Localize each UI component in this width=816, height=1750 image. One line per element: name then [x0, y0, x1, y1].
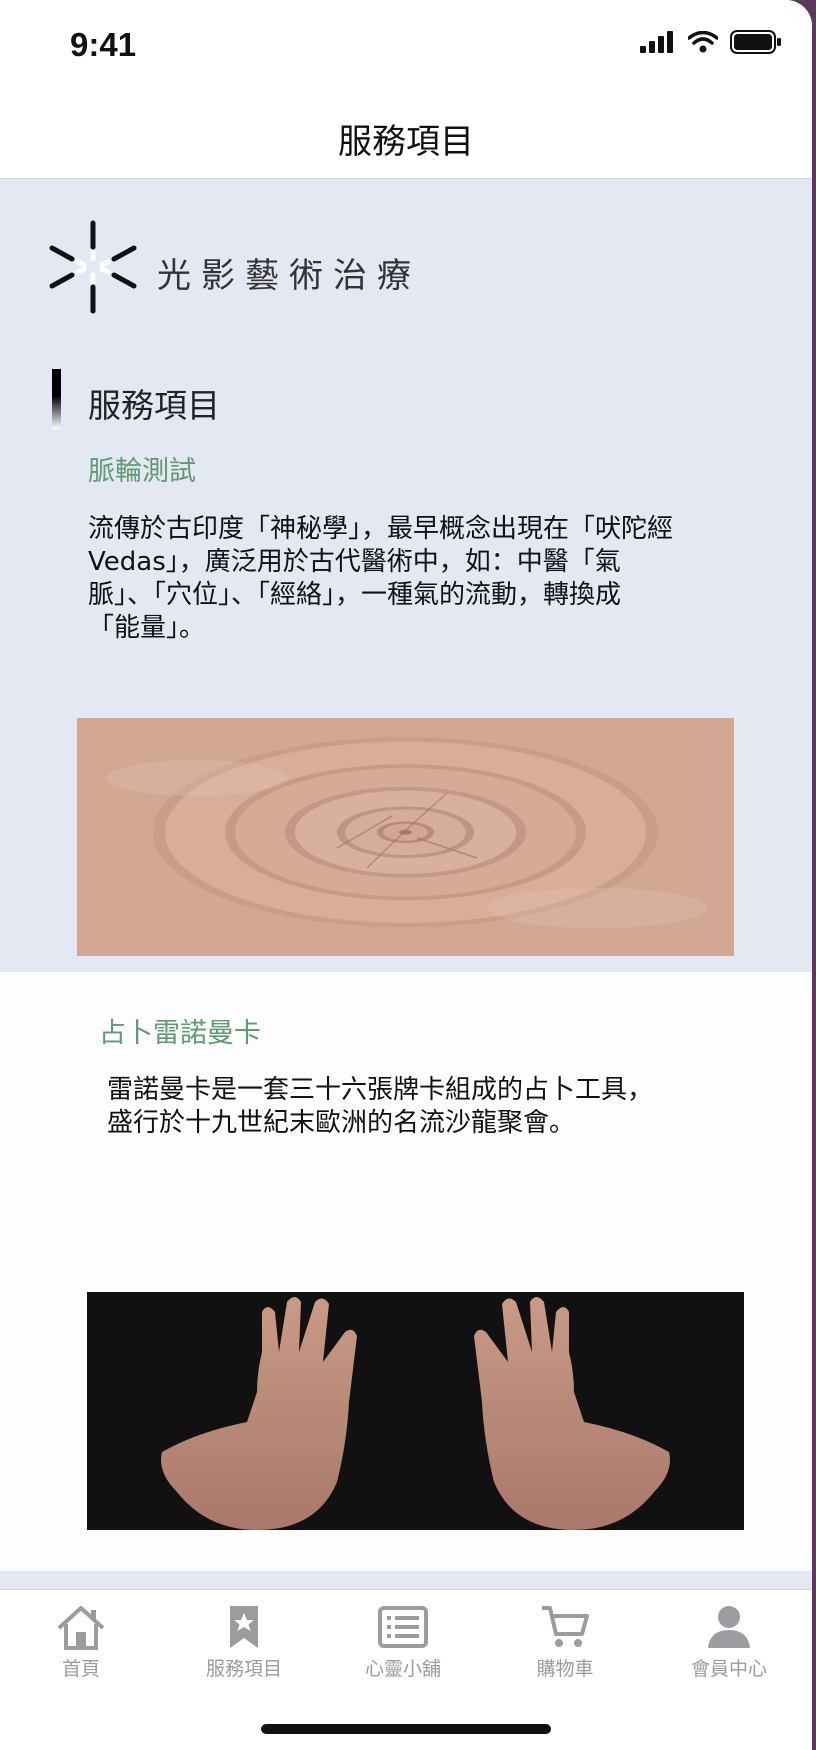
brand-logo-icon [49, 220, 137, 314]
tab-cart[interactable]: 購物車 [500, 1604, 630, 1681]
heading-accent-bar [52, 369, 61, 429]
list-icon [378, 1606, 428, 1648]
tab-spirit-shop[interactable]: 心靈小舖 [338, 1604, 468, 1681]
navigation-bar: 服務項目 [0, 90, 812, 179]
description-line: Vedas」，廣泛用於古代醫術中，如：中醫「氣 [88, 547, 621, 577]
tab-label: 服務項目 [205, 1658, 282, 1680]
section-heading: 服務項目 [88, 386, 220, 425]
description-line: 雷諾曼卡是一套三十六張牌卡組成的占卜工具， [107, 1075, 654, 1105]
status-bar: 9:41 [0, 0, 812, 90]
home-icon [57, 1606, 105, 1650]
tab-label: 會員中心 [690, 1658, 767, 1680]
person-icon [708, 1606, 750, 1648]
section-divider [0, 1571, 812, 1589]
tab-label: 心靈小舖 [364, 1658, 441, 1680]
battery-icon [730, 30, 781, 54]
service-description: 流傳於古印度「神秘學」，最早概念出現在「吠陀經 Vedas」，廣泛用於古代醫術中… [88, 513, 673, 645]
tab-home[interactable]: 首頁 [16, 1604, 146, 1681]
brand-name: 光影藝術治療 [157, 256, 421, 296]
tab-services[interactable]: 服務項目 [179, 1604, 309, 1681]
cart-icon [542, 1606, 589, 1647]
wood-texture-image [77, 718, 734, 956]
scroll-content[interactable]: 光影藝術治療 服務項目 脈輪測試 流傳於古印度「神秘學」，最早概念出現在「吠陀經… [0, 179, 812, 1589]
signal-icon [640, 31, 673, 53]
description-line: 流傳於古印度「神秘學」，最早概念出現在「吠陀經 [88, 514, 674, 544]
intro-section: 光影藝術治療 服務項目 脈輪測試 流傳於古印度「神秘學」，最早概念出現在「吠陀經… [0, 179, 812, 972]
description-line: 脈」、「穴位」、「經絡」，一種氣的流動，轉換成 [88, 580, 622, 610]
tab-label: 首頁 [61, 1658, 100, 1680]
phone-screen: 9:41 服務項目 光影藝術治療 服務項目 脈輪測試 流傳於古印度「神秘學」，最… [0, 0, 812, 1750]
tab-label: 購物車 [536, 1658, 594, 1680]
bookmark-star-icon [230, 1606, 258, 1648]
tab-member-center[interactable]: 會員中心 [664, 1604, 794, 1681]
service-title[interactable]: 脈輪測試 [88, 449, 196, 488]
home-indicator[interactable] [261, 1724, 551, 1734]
palms-image [87, 1292, 744, 1530]
wifi-icon [688, 31, 718, 53]
status-time: 9:41 [70, 26, 137, 63]
service-title[interactable]: 占卜雷諾曼卡 [99, 1011, 261, 1050]
page-title: 服務項目 [338, 122, 474, 162]
description-line: 「能量」。 [88, 613, 206, 643]
status-icons [640, 30, 782, 54]
description-line: 盛行於十九世紀末歐洲的名流沙龍聚會。 [107, 1108, 576, 1138]
service-description: 雷諾曼卡是一套三十六張牌卡組成的占卜工具， 盛行於十九世紀末歐洲的名流沙龍聚會。 [107, 1074, 653, 1140]
